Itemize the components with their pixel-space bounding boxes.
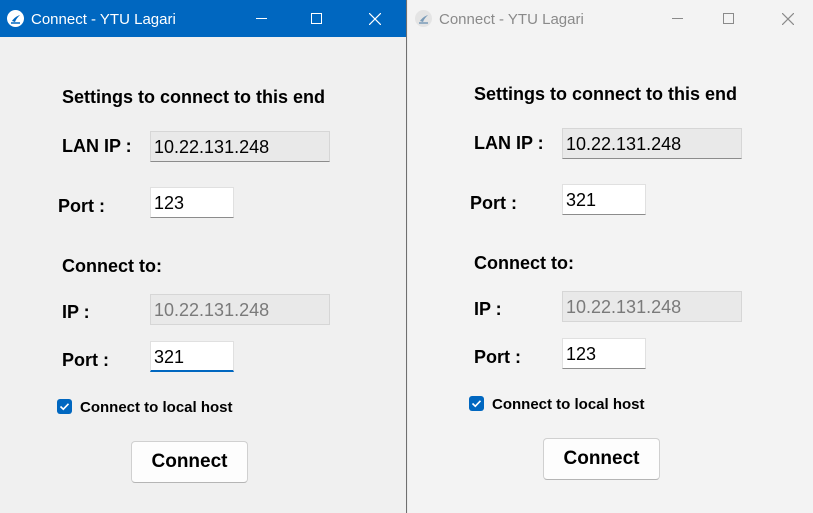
close-icon: [369, 12, 381, 25]
connect-window-inactive: Connect - YTU Lagari Settings to connect…: [408, 0, 813, 513]
title-bar[interactable]: Connect - YTU Lagari: [0, 0, 406, 37]
connect-to-heading: Connect to:: [474, 253, 574, 273]
remote-ip-label: IP :: [474, 299, 502, 319]
lan-ip-label: LAN IP :: [474, 133, 544, 153]
remote-ip-field[interactable]: 10.22.131.248: [150, 294, 330, 325]
maximize-button[interactable]: [291, 0, 341, 37]
minimize-button[interactable]: [236, 0, 286, 37]
checkmark-icon: [59, 403, 70, 411]
checkmark-icon: [471, 400, 482, 408]
remote-port-label: Port :: [62, 350, 109, 370]
window-title: Connect - YTU Lagari: [31, 11, 176, 28]
lan-ip-field[interactable]: 10.22.131.248: [150, 131, 330, 162]
local-host-label[interactable]: Connect to local host: [80, 399, 233, 416]
title-bar[interactable]: Connect - YTU Lagari: [408, 0, 813, 37]
close-icon: [782, 12, 794, 25]
minimize-icon: [671, 18, 683, 19]
remote-port-input[interactable]: 123: [562, 338, 646, 369]
ytu-lagari-logo-icon: [415, 10, 432, 27]
connect-button[interactable]: Connect: [131, 441, 248, 483]
maximize-button[interactable]: [703, 0, 753, 37]
connect-button[interactable]: Connect: [543, 438, 660, 480]
minimize-icon: [255, 18, 267, 19]
minimize-button[interactable]: [652, 0, 702, 37]
remote-ip-label: IP :: [62, 302, 90, 322]
window-title: Connect - YTU Lagari: [439, 11, 584, 28]
close-button[interactable]: [350, 0, 400, 37]
lan-ip-field[interactable]: 10.22.131.248: [562, 128, 742, 159]
local-port-input[interactable]: 321: [562, 184, 646, 215]
remote-port-label: Port :: [474, 347, 521, 367]
local-port-label: Port :: [58, 196, 105, 216]
local-port-input[interactable]: 123: [150, 187, 234, 218]
settings-heading: Settings to connect to this end: [62, 87, 326, 107]
remote-ip-field[interactable]: 10.22.131.248: [562, 291, 742, 322]
maximize-icon: [310, 13, 322, 24]
settings-heading: Settings to connect to this end: [474, 84, 738, 104]
local-host-label[interactable]: Connect to local host: [492, 396, 645, 413]
connect-to-heading: Connect to:: [62, 256, 162, 276]
close-button[interactable]: [763, 0, 813, 37]
local-host-checkbox[interactable]: [57, 399, 72, 414]
lan-ip-label: LAN IP :: [62, 136, 132, 156]
connect-window-active: Connect - YTU Lagari Settings to connect…: [0, 0, 407, 513]
remote-port-input[interactable]: 321: [150, 341, 234, 372]
ytu-lagari-logo-icon: [7, 10, 24, 27]
local-host-checkbox[interactable]: [469, 396, 484, 411]
maximize-icon: [722, 13, 734, 24]
local-port-label: Port :: [470, 193, 517, 213]
